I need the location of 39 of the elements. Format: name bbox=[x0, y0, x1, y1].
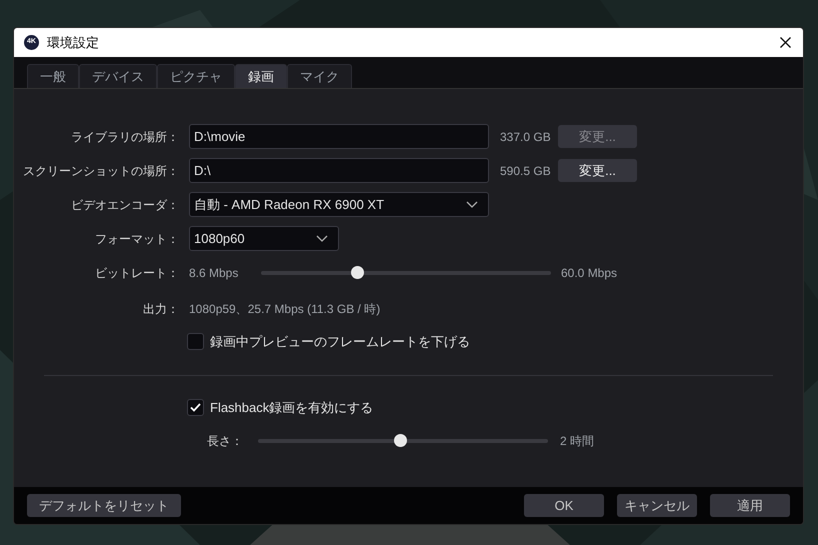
window-title: 環境設定 bbox=[47, 34, 100, 52]
dialog-button[interactable]: 適用 bbox=[710, 494, 790, 517]
dialog-button[interactable]: キャンセル bbox=[617, 494, 697, 517]
slider-thumb[interactable] bbox=[350, 266, 364, 279]
field-label: フォーマット： bbox=[94, 230, 180, 248]
check-icon bbox=[190, 402, 201, 412]
tab[interactable]: ピクチャ bbox=[157, 64, 235, 88]
tab[interactable]: 一般 bbox=[27, 64, 79, 88]
tab[interactable]: マイク bbox=[287, 64, 352, 88]
field-label: 出力： bbox=[142, 300, 180, 318]
reset-button[interactable]: デフォルトをリセット bbox=[27, 494, 181, 517]
path-field[interactable]: D:\ bbox=[189, 158, 489, 183]
tab[interactable]: 録画 bbox=[235, 64, 287, 88]
tab[interactable]: デバイス bbox=[79, 64, 157, 88]
bitrate-reading: 8.6 Mbps bbox=[189, 264, 240, 282]
change-button[interactable]: 変更... bbox=[558, 159, 637, 182]
chevron-down-icon bbox=[466, 200, 478, 208]
slider[interactable] bbox=[258, 434, 548, 448]
free-space: 590.5 GB bbox=[500, 162, 552, 180]
slider-thumb[interactable] bbox=[394, 434, 408, 447]
checkbox[interactable] bbox=[187, 398, 204, 416]
output-info: 1080p59、25.7 Mbps (11.3 GB / 時) bbox=[189, 300, 380, 318]
dialog-button[interactable]: OK bbox=[524, 494, 604, 517]
checkbox-label: Flashback録画を有効にする bbox=[210, 398, 374, 416]
chevron-down-icon bbox=[316, 234, 328, 242]
field-label: スクリーンショットの場所： bbox=[22, 162, 180, 180]
checkbox-label: 録画中プレビューのフレームレートを下げる bbox=[210, 333, 470, 351]
slider[interactable] bbox=[261, 266, 551, 280]
field-label: ビットレート： bbox=[94, 264, 180, 282]
field-label: ビデオエンコーダ： bbox=[70, 196, 180, 214]
bitrate-max: 60.0 Mbps bbox=[561, 264, 618, 282]
checkbox[interactable] bbox=[187, 333, 204, 350]
length-label: 長さ： bbox=[207, 432, 244, 450]
encoder-select[interactable]: 自動 - AMD Radeon RX 6900 XT bbox=[189, 192, 489, 217]
field-label: ライブラリの場所： bbox=[70, 128, 180, 146]
format-select[interactable]: 1080p60 bbox=[189, 226, 339, 251]
free-space: 337.0 GB bbox=[500, 128, 552, 146]
close-icon[interactable] bbox=[780, 37, 791, 48]
length-reading: 2 時間 bbox=[560, 432, 594, 450]
